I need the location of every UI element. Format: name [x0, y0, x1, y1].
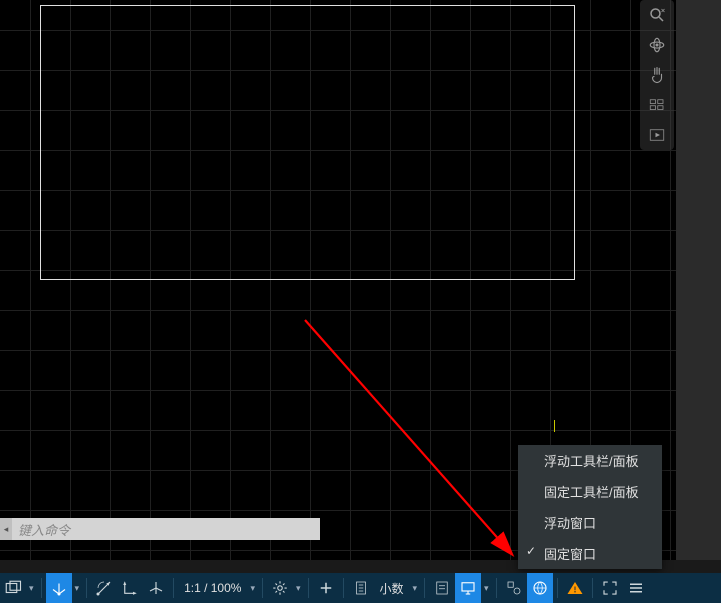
divider — [86, 578, 87, 598]
divider — [496, 578, 497, 598]
play-icon[interactable] — [642, 122, 672, 148]
chevron-down-icon[interactable]: ▾ — [481, 583, 492, 594]
properties-button[interactable] — [429, 573, 455, 603]
command-line[interactable]: ◂ 键入命令 — [0, 518, 320, 540]
settings-button[interactable] — [267, 573, 293, 603]
divider — [173, 578, 174, 598]
menu-item-fixed-window[interactable]: ✓ 固定窗口 — [518, 538, 662, 569]
right-dock-strip — [676, 0, 721, 560]
divider — [592, 578, 593, 598]
globe-button[interactable] — [527, 573, 553, 603]
pan-icon[interactable] — [642, 62, 672, 88]
divider — [557, 578, 558, 598]
model-space-button[interactable] — [0, 573, 26, 603]
fullscreen-button[interactable] — [597, 573, 623, 603]
divider — [424, 578, 425, 598]
units-label[interactable]: 小数 — [374, 580, 410, 597]
menu-item-floating-toolbar[interactable]: 浮动工具栏/面板 — [518, 445, 662, 476]
selection-rectangle — [40, 5, 575, 280]
monitor-button[interactable] — [455, 573, 481, 603]
chevron-down-icon[interactable]: ▾ — [410, 583, 421, 594]
chevron-down-icon[interactable]: ▾ — [247, 583, 258, 594]
command-input[interactable]: 键入命令 — [12, 520, 320, 539]
chevron-down-icon[interactable]: ▾ — [26, 583, 37, 594]
add-button[interactable] — [313, 573, 339, 603]
navigation-palette — [640, 0, 674, 150]
divider — [308, 578, 309, 598]
menu-item-label: 固定窗口 — [544, 547, 596, 562]
warning-button[interactable] — [562, 573, 588, 603]
menu-item-label: 浮动窗口 — [544, 516, 596, 531]
chevron-down-icon[interactable]: ▾ — [72, 583, 83, 594]
divider — [343, 578, 344, 598]
ucs-button[interactable] — [46, 573, 72, 603]
menu-item-floating-window[interactable]: 浮动窗口 — [518, 507, 662, 538]
check-icon: ✓ — [526, 544, 536, 558]
polar-tracking-button[interactable] — [91, 573, 117, 603]
command-handle-icon[interactable]: ◂ — [0, 518, 12, 540]
views-icon[interactable] — [642, 92, 672, 118]
status-bar: ▾ ▾ 1:1 / 100% ▾ ▾ 小数 ▾ ▾ — [0, 573, 721, 603]
crosshair-cursor — [549, 426, 561, 438]
customization-button[interactable] — [623, 573, 649, 603]
dock-context-menu: 浮动工具栏/面板 固定工具栏/面板 浮动窗口 ✓ 固定窗口 — [518, 445, 662, 569]
ortho-button[interactable] — [117, 573, 143, 603]
isometric-button[interactable] — [143, 573, 169, 603]
divider — [262, 578, 263, 598]
annotation-scale-button[interactable] — [348, 573, 374, 603]
orbit-icon[interactable] — [642, 32, 672, 58]
group-button[interactable] — [501, 573, 527, 603]
menu-item-label: 固定工具栏/面板 — [544, 485, 639, 500]
menu-item-fixed-toolbar[interactable]: 固定工具栏/面板 — [518, 476, 662, 507]
menu-item-label: 浮动工具栏/面板 — [544, 454, 639, 469]
chevron-down-icon[interactable]: ▾ — [293, 583, 304, 594]
zoom-level-label[interactable]: 1:1 / 100% — [178, 581, 247, 595]
divider — [41, 578, 42, 598]
zoom-extents-icon[interactable] — [642, 2, 672, 28]
